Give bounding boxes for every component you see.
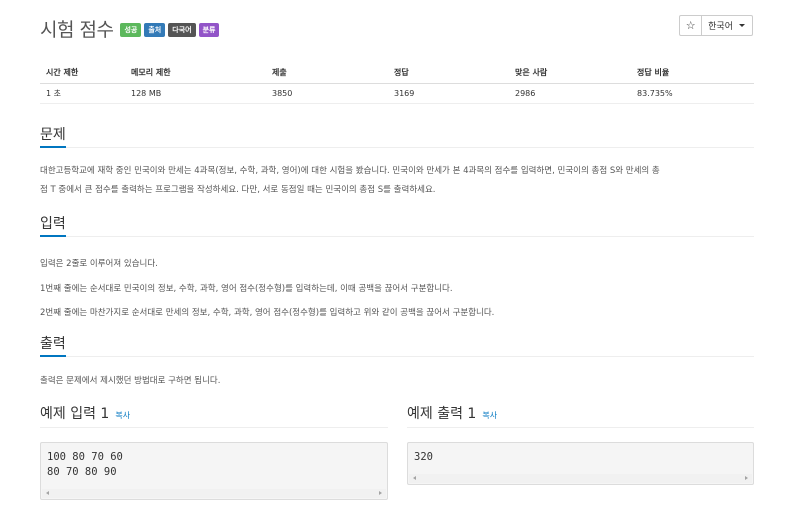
sample-output-box[interactable]: 320: [407, 442, 754, 485]
input-divider: [40, 236, 754, 237]
output-divider: [40, 356, 754, 357]
header-controls: ☆ 한국어: [679, 15, 753, 36]
header-time-limit: 시간 제한: [40, 62, 125, 84]
input-line: 2번째 줄에는 마찬가지로 순서대로 만세의 정보, 수학, 과학, 영어 점수…: [40, 308, 495, 318]
sample-input-scrollbar[interactable]: [42, 489, 386, 498]
page-title: 시험 점수: [40, 18, 114, 41]
table-header-row: 시간 제한 메모리 제한 제출 정답 맞은 사람 정답 비율: [40, 62, 754, 84]
output-text: 출력은 문제에서 제시했던 방법대로 구하면 됩니다.: [40, 372, 758, 391]
sample-output-heading: 예제 출력 1 복사: [407, 403, 497, 423]
badge-source[interactable]: 출처: [144, 23, 166, 37]
sample-input-title: 예제 입력 1: [40, 406, 110, 422]
description-accent: [40, 146, 66, 148]
input-line: 입력은 2줄로 이루어져 있습니다.: [40, 259, 158, 269]
description-text: 대한고등학교에 재학 중인 민국이와 만세는 4과목(정보, 수학, 과학, 영…: [40, 162, 758, 200]
badge-success[interactable]: 성공: [120, 23, 142, 37]
scroll-left-icon[interactable]: [413, 476, 416, 480]
cell-time-limit: 1 초: [40, 83, 125, 104]
language-label: 한국어: [708, 22, 733, 32]
sample-output-code: 320: [408, 443, 753, 465]
sample-input-heading: 예제 입력 1 복사: [40, 403, 130, 423]
cell-accept-ratio: 83.735%: [631, 83, 754, 104]
scroll-left-icon[interactable]: [46, 491, 49, 495]
description-divider: [40, 147, 754, 148]
header-accept-ratio: 정답 비율: [631, 62, 754, 84]
description-line: 대한고등학교에 재학 중인 민국이와 만세는 4과목(정보, 수학, 과학, 영…: [40, 166, 660, 176]
badge-multilingual[interactable]: 다국어: [168, 23, 196, 37]
description-line: 점 T 중에서 큰 점수를 출력하는 프로그램을 작성하세요. 다만, 서로 동…: [40, 185, 436, 195]
sample-output-divider: [407, 427, 754, 428]
copy-sample-output-link[interactable]: 복사: [482, 410, 497, 421]
badge-category[interactable]: 분류: [198, 23, 220, 37]
cell-memory-limit: 128 MB: [125, 83, 266, 104]
input-heading: 입력: [40, 216, 66, 232]
copy-sample-input-link[interactable]: 복사: [115, 410, 130, 421]
sample-output-scrollbar[interactable]: [409, 474, 752, 483]
sample-input-code: 100 80 70 60 80 70 80 90: [41, 443, 387, 479]
badge-group: 성공 출처 다국어 분류: [120, 23, 220, 37]
output-heading: 출력: [40, 336, 66, 352]
table-row: 1 초 128 MB 3850 3169 2986 83.735%: [40, 83, 754, 104]
description-heading: 문제: [40, 127, 66, 143]
sample-input-line: 100 80 70 60: [47, 451, 123, 463]
star-icon: ☆: [685, 19, 696, 32]
cell-submissions: 3850: [266, 83, 388, 104]
cell-accepted: 3169: [388, 83, 509, 104]
star-button[interactable]: ☆: [679, 15, 703, 36]
output-accent: [40, 355, 66, 357]
language-dropdown[interactable]: 한국어: [702, 15, 753, 36]
scroll-right-icon[interactable]: [379, 491, 382, 495]
header-memory-limit: 메모리 제한: [125, 62, 266, 84]
sample-input-line: 80 70 80 90: [47, 465, 117, 478]
sample-output-line: 320: [414, 451, 433, 463]
sample-output-title: 예제 출력 1: [407, 406, 477, 422]
problem-header: 시험 점수 성공 출처 다국어 분류: [40, 14, 220, 42]
input-text: 입력은 2줄로 이루어져 있습니다. 1번째 줄에는 순서대로 민국이의 정보,…: [40, 252, 758, 326]
cell-solved-users: 2986: [509, 83, 631, 104]
scroll-right-icon[interactable]: [745, 476, 748, 480]
input-accent: [40, 235, 66, 237]
header-submissions: 제출: [266, 62, 388, 84]
input-line: 1번째 줄에는 순서대로 민국이의 정보, 수학, 과학, 영어 점수(정수형)…: [40, 283, 453, 294]
caret-down-icon: [739, 24, 745, 27]
sample-input-box[interactable]: 100 80 70 60 80 70 80 90: [40, 442, 388, 500]
header-accepted: 정답: [388, 62, 509, 84]
sample-input-divider: [40, 427, 388, 428]
output-line: 출력은 문제에서 제시했던 방법대로 구하면 됩니다.: [40, 376, 221, 386]
header-solved-users: 맞은 사람: [509, 62, 631, 84]
problem-info-table: 시간 제한 메모리 제한 제출 정답 맞은 사람 정답 비율 1 초 128 M…: [40, 62, 754, 104]
